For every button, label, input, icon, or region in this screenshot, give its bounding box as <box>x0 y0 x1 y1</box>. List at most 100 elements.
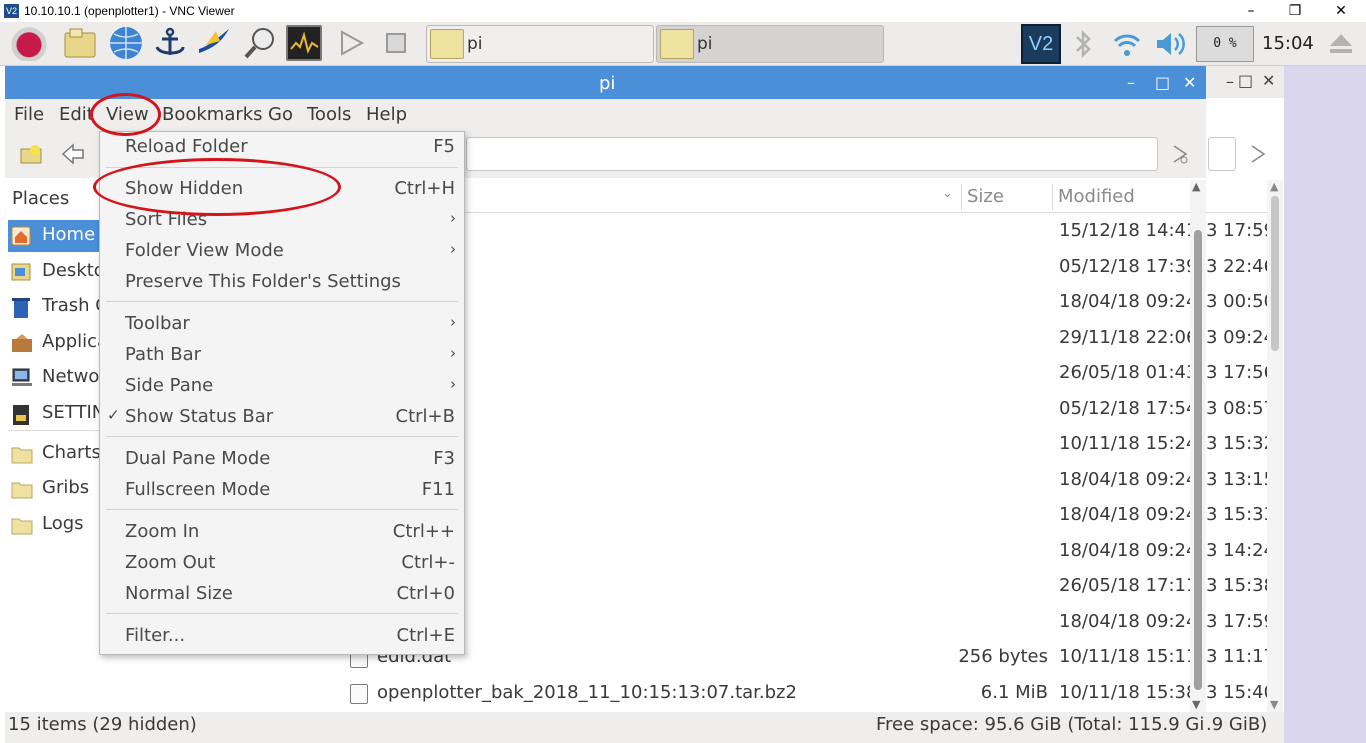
menuitem-fullscreen[interactable]: Fullscreen Mode F11 <box>100 475 464 506</box>
vnc-restore-button[interactable]: ❐ <box>1284 1 1306 21</box>
menu-separator <box>106 509 458 510</box>
file-row[interactable]: openplotter_bak_2018_11_10:15:13:07.tar.… <box>340 676 1200 711</box>
file-row[interactable]: 15/12/18 14:41 <box>340 214 1200 249</box>
file-row[interactable]: 05/12/18 17:54 <box>340 392 1200 427</box>
bg-scroll-down-icon[interactable]: ▼ <box>1270 698 1278 711</box>
place-charts[interactable]: Charts <box>8 438 100 470</box>
close-button[interactable]: ✕ <box>1183 73 1196 92</box>
path-bar-input[interactable] <box>466 137 1158 171</box>
minimize-button[interactable]: – <box>1127 73 1135 92</box>
menuitem-toolbar[interactable]: Toolbar › <box>100 309 464 340</box>
menuitem-show-status-bar[interactable]: ✓ Show Status Bar Ctrl+B <box>100 402 464 433</box>
file-row[interactable]: 26/05/18 01:43 <box>340 356 1200 391</box>
menuitem-label: Show Status Bar <box>125 406 274 427</box>
file-row[interactable]: s05/12/18 17:39 <box>340 250 1200 285</box>
bg-maximize-button[interactable]: □ <box>1238 71 1253 90</box>
go-icon[interactable] <box>1168 142 1194 168</box>
place-gribs[interactable]: Gribs <box>8 473 100 505</box>
place-home[interactable]: Home F <box>8 220 100 252</box>
place-trash[interactable]: Trash C <box>8 291 100 323</box>
background-window-titlebar: – □ ✕ <box>1200 66 1284 98</box>
archive-file-icon <box>350 683 368 704</box>
menuitem-label: Folder View Mode <box>125 240 284 261</box>
scroll-down-icon[interactable]: ▼ <box>1192 698 1200 711</box>
scroll-up-icon[interactable]: ▲ <box>1192 180 1200 193</box>
places-header: Places <box>12 188 70 209</box>
menuitem-folder-view-mode[interactable]: Folder View Mode › <box>100 236 464 267</box>
maximize-button[interactable]: □ <box>1155 73 1170 92</box>
column-size[interactable]: Size <box>967 186 1004 207</box>
menuitem-path-bar[interactable]: Path Bar › <box>100 340 464 371</box>
file-row[interactable]: 29/11/18 22:06 <box>340 321 1200 356</box>
menuitem-normal-size[interactable]: Normal Size Ctrl+0 <box>100 579 464 610</box>
bg-file-modified: 3 13:15 <box>1206 468 1276 490</box>
bluetooth-icon[interactable] <box>1070 28 1096 60</box>
web-browser-icon[interactable] <box>108 25 144 61</box>
clock[interactable]: 15:04 <box>1262 33 1314 54</box>
file-row[interactable]: s10/11/18 15:24 <box>340 427 1200 462</box>
bg-path-bar[interactable] <box>1208 137 1236 171</box>
vnc-close-button[interactable]: ✕ <box>1330 1 1352 21</box>
menu-go[interactable]: Go <box>268 104 293 125</box>
play-icon[interactable] <box>334 25 370 61</box>
menuitem-reload-folder[interactable]: Reload Folder F5 <box>100 132 464 163</box>
back-arrow-icon[interactable] <box>59 141 87 167</box>
menu-tools[interactable]: Tools <box>307 104 351 125</box>
column-divider <box>961 184 962 210</box>
file-row[interactable]: 18/04/18 09:24 <box>340 534 1200 569</box>
menuitem-zoom-out[interactable]: Zoom Out Ctrl+- <box>100 548 464 579</box>
annotation-view-ellipse <box>90 93 161 136</box>
menuitem-zoom-in[interactable]: Zoom In Ctrl++ <box>100 517 464 548</box>
menu-help[interactable]: Help <box>366 104 407 125</box>
vnc-logo-icon: V2 <box>4 4 19 18</box>
bg-scroll-up-icon[interactable]: ▲ <box>1270 180 1278 193</box>
file-row[interactable]: edid.dat 256 bytes 10/11/18 15:11 <box>340 640 1200 675</box>
vnc-server-icon[interactable]: V2 <box>1021 24 1061 64</box>
raspberry-menu-icon[interactable] <box>11 25 47 61</box>
file-row[interactable]: s18/04/18 09:24 <box>340 285 1200 320</box>
vnc-minimize-button[interactable]: – <box>1240 1 1262 21</box>
menuitem-dual-pane[interactable]: Dual Pane Mode F3 <box>100 444 464 475</box>
file-row[interactable]: 18/04/18 09:24 <box>340 463 1200 498</box>
menu-file[interactable]: File <box>14 104 44 125</box>
place-logs[interactable]: Logs <box>8 509 100 541</box>
place-settings[interactable]: SETTIN <box>8 398 100 430</box>
file-manager-icon[interactable] <box>62 25 98 61</box>
bg-file-modified: 3 15:38 <box>1206 575 1276 596</box>
submenu-arrow-icon: › <box>450 313 456 331</box>
anchor-icon[interactable] <box>152 25 188 61</box>
network-icon <box>11 368 32 388</box>
new-tab-icon[interactable] <box>19 141 45 167</box>
menuitem-preserve-settings[interactable]: Preserve This Folder's Settings <box>100 267 464 298</box>
taskbar-window-pi-2[interactable]: pi <box>656 25 884 63</box>
scrollbar-thumb[interactable] <box>1194 230 1202 690</box>
volume-icon[interactable] <box>1154 28 1188 60</box>
column-modified[interactable]: Modified <box>1058 186 1135 207</box>
menu-edit[interactable]: Edit <box>59 104 94 125</box>
search-icon[interactable] <box>242 25 278 61</box>
bg-file-modified: 3 11:17 <box>1206 646 1276 667</box>
bg-close-button[interactable]: ✕ <box>1262 71 1275 90</box>
menu-bookmarks[interactable]: Bookmarks <box>162 104 263 125</box>
cpu-monitor[interactable]: 0 % <box>1196 26 1254 62</box>
bg-minimize-button[interactable]: – <box>1226 72 1234 91</box>
place-applications[interactable]: Applica <box>8 327 100 359</box>
desktop-icon <box>11 262 31 282</box>
bg-scrollbar-thumb[interactable] <box>1271 196 1279 351</box>
opencpn-icon[interactable] <box>196 25 232 61</box>
eject-icon[interactable] <box>1326 32 1356 56</box>
menuitem-side-pane[interactable]: Side Pane › <box>100 371 464 402</box>
file-row[interactable]: 18/04/18 09:24 <box>340 498 1200 533</box>
taskbar-window-pi-1[interactable]: pi <box>426 25 654 63</box>
wifi-icon[interactable] <box>1112 28 1142 60</box>
place-desktop[interactable]: Deskto <box>8 256 100 288</box>
place-label: Trash C <box>42 295 100 316</box>
bg-go-icon[interactable] <box>1248 142 1270 166</box>
stop-icon[interactable] <box>378 25 414 61</box>
task-manager-icon[interactable] <box>286 25 322 61</box>
place-network[interactable]: Networ <box>8 362 100 394</box>
menuitem-filter[interactable]: Filter... Ctrl+E <box>100 621 464 652</box>
file-row[interactable]: 18/04/18 09:24 <box>340 605 1200 640</box>
file-row[interactable]: 26/05/18 17:11 <box>340 569 1200 604</box>
sort-chevron-icon[interactable]: ⌄ <box>942 186 953 201</box>
